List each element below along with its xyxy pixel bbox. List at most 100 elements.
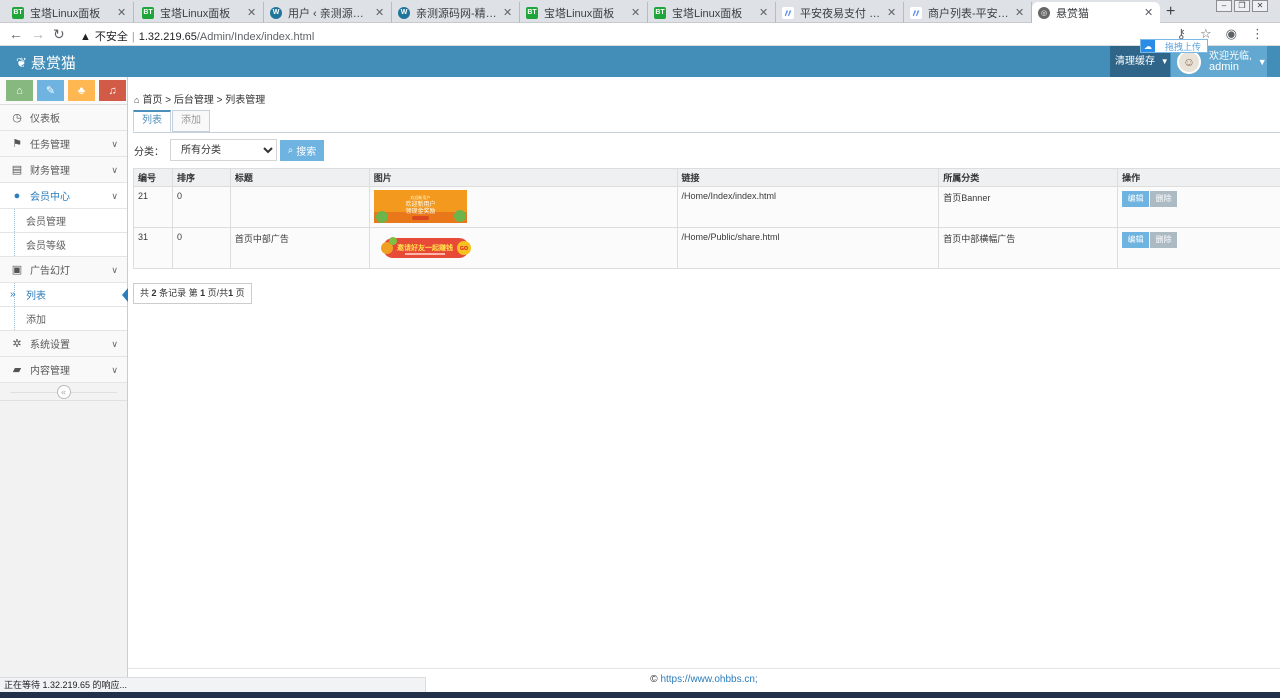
home-icon: ⌂ <box>134 95 140 105</box>
pager-prefix: 共 <box>140 288 150 298</box>
edit-button[interactable]: 编辑 <box>1122 232 1150 248</box>
delete-button[interactable]: 删除 <box>1150 232 1178 248</box>
col-image: 图片 <box>368 168 678 187</box>
svg-text:邀请好友一起赚钱: 邀请好友一起赚钱 <box>397 243 453 252</box>
tab-close-icon[interactable]: ✕ <box>887 6 897 19</box>
browser-tab[interactable]: 〃商户列表-平安夜易支付 ✕ <box>904 2 1032 23</box>
users-shortcut-icon[interactable]: ♣ <box>68 80 95 101</box>
globe-favicon-icon: ◎ <box>1038 6 1050 19</box>
tab-close-icon[interactable]: ✕ <box>1144 6 1154 19</box>
tab-close-icon[interactable]: ✕ <box>759 6 769 19</box>
browser-tab[interactable]: W 亲测源码网-精品资源站 ✕ <box>392 2 520 23</box>
browser-tab[interactable]: BT 宝塔Linux面板 ✕ <box>6 2 134 23</box>
sidebar-item-content-management[interactable]: ▰ 内容管理 ∨ <box>0 357 127 383</box>
restore-icon[interactable]: ❐ <box>1234 0 1250 12</box>
edit-button[interactable]: 编辑 <box>1122 191 1150 207</box>
flag-icon: ⚑ <box>12 138 22 150</box>
url-field[interactable]: ▲ 不安全 | 1.32.219.65/Admin/Index/index.html <box>80 28 314 44</box>
sidebar-item-task-management[interactable]: ⚑ 任务管理 ∨ <box>0 131 127 157</box>
forward-icon[interactable]: → <box>31 26 45 42</box>
minimize-icon[interactable]: – <box>1216 0 1232 12</box>
brand[interactable]: ❦ 悬赏猫 <box>16 52 76 73</box>
back-icon[interactable]: ← <box>9 26 23 42</box>
browser-tab[interactable]: BT 宝塔Linux面板 ✕ <box>520 2 648 23</box>
sidebar-item-label: 会员中心 <box>30 192 70 203</box>
tab-close-icon[interactable]: ✕ <box>247 6 257 19</box>
tab-close-icon[interactable]: ✕ <box>375 6 385 19</box>
tab-list[interactable]: 列表 <box>133 110 171 132</box>
picture-icon: ▣ <box>11 264 23 276</box>
chevron-down-icon: ∨ <box>111 191 118 201</box>
browser-tab-title: 悬赏猫 <box>1056 7 1089 20</box>
sidebar-subitem[interactable]: 会员等级 <box>0 233 127 257</box>
browser-tab[interactable]: BT 宝塔Linux面板 ✕ <box>648 2 776 23</box>
col-link: 链接 <box>676 168 940 187</box>
sidebar-subitem[interactable]: » 列表 <box>0 283 128 307</box>
delete-button[interactable]: 删除 <box>1150 191 1178 207</box>
gear-icon: ✲ <box>12 338 22 350</box>
home-shortcut-icon[interactable]: ⌂ <box>6 80 33 101</box>
category-select[interactable]: 所有分类 <box>170 139 277 161</box>
double-chevron-right-icon: » <box>10 289 16 300</box>
double-chevron-left-icon[interactable]: « <box>56 384 71 399</box>
user-icon: ● <box>13 189 21 202</box>
browser-tab-title: 平安夜易支付 - 一站式 <box>800 7 883 20</box>
address-bar: ← → ↻ ▲ 不安全 | 1.32.219.65/Admin/Index/index… <box>0 23 1280 46</box>
breadcrumb-admin[interactable]: 后台管理 <box>174 95 214 106</box>
reload-icon[interactable]: ↻ <box>53 26 65 43</box>
sidebar-item-dashboard[interactable]: ◷ 仪表板 <box>0 105 127 131</box>
brand-name: 悬赏猫 <box>30 55 76 72</box>
wallet-icon: ▤ <box>11 164 23 176</box>
sidebar-subitem[interactable]: 添加 <box>0 307 127 331</box>
browser-tab-title: 宝塔Linux面板 <box>544 7 615 20</box>
browser-tab[interactable]: 〃平安夜易支付 - 一站式 ✕ <box>776 2 904 23</box>
sidebar-item-system-settings[interactable]: ✲ 系统设置 ∨ <box>0 331 127 357</box>
svg-text:GO: GO <box>460 246 468 252</box>
breadcrumb-home[interactable]: 首页 <box>142 95 162 106</box>
ad-table: 编号 排序 标题 图片 链接 所属分类 操作 21 0 欢迎新用户 欢迎新用户 … <box>133 168 1280 269</box>
svg-text:欢迎新用户: 欢迎新用户 <box>410 194 430 200</box>
tab-close-icon[interactable]: ✕ <box>117 6 127 19</box>
content-tabs: 列表 添加 <box>133 110 211 132</box>
cell-sort: 0 <box>171 186 231 228</box>
browser-tab[interactable]: BT 宝塔Linux面板 ✕ <box>136 2 264 23</box>
pager-suffix: 页 <box>235 288 245 298</box>
caret-down-icon: ▼ <box>1257 56 1267 67</box>
close-window-icon[interactable]: ✕ <box>1252 0 1268 12</box>
pencil-shortcut-icon[interactable]: ✎ <box>37 80 64 101</box>
sidebar-subitem-label: 会员等级 <box>26 241 66 252</box>
tab-close-icon[interactable]: ✕ <box>503 6 513 19</box>
table-row: 31 0 首页中部广告 GO 邀请好友一起赚钱 /Home/Public/sha… <box>133 227 1280 269</box>
tab-close-icon[interactable]: ✕ <box>631 6 641 19</box>
profile-icon[interactable]: ◉ <box>1226 26 1237 42</box>
window-controls: – ❐ ✕ <box>1216 0 1268 12</box>
tab-add[interactable]: 添加 <box>172 110 210 132</box>
menu-icon[interactable]: ⋮ <box>1251 26 1264 42</box>
pager-mid: 条记录 第 <box>159 288 198 298</box>
cell-title: 首页中部广告 <box>229 227 370 269</box>
col-id: 编号 <box>133 168 173 187</box>
sidebar-item-finance-management[interactable]: ▤ 财务管理 ∨ <box>0 157 127 183</box>
url-host: 1.32.219.65 <box>138 31 197 43</box>
search-icon: ⌕ <box>287 144 294 156</box>
sidebar-collapse-bar: « <box>0 383 127 401</box>
tab-close-icon[interactable]: ✕ <box>1015 6 1025 19</box>
browser-tab-title: 宝塔Linux面板 <box>672 7 743 20</box>
search-button[interactable]: ⌕ 搜索 <box>280 139 324 161</box>
browser-tab[interactable]: W 用户 ‹ 亲测源码网 — W ✕ <box>264 2 392 23</box>
new-tab-button[interactable]: + <box>1166 3 1175 21</box>
sidebar-subitem-label: 列表 <box>26 291 46 302</box>
bell-shortcut-icon[interactable]: ♫ <box>99 80 126 101</box>
sidebar-item-member-center[interactable]: ● 会员中心 ∨ <box>0 183 127 209</box>
chevron-down-icon: ∨ <box>111 265 118 275</box>
cell-title <box>229 186 370 228</box>
pay-favicon-icon: 〃 <box>782 6 794 20</box>
upload-badge[interactable]: ☁ 拖拽上传 <box>1140 39 1208 53</box>
os-taskbar <box>0 692 1280 698</box>
sidebar-item-ad-slides[interactable]: ▣ 广告幻灯 ∨ <box>0 257 127 283</box>
browser-tab[interactable]: ◎ 悬赏猫 ✕ <box>1032 2 1160 23</box>
app-header: ❦ 悬赏猫 清理缓存 ▼ ☺ 欢迎光临, admin ▼ <box>0 46 1280 77</box>
sidebar-subitem[interactable]: 会员管理 <box>0 209 127 233</box>
pager-pages: 1 <box>228 288 234 298</box>
footer-link[interactable]: https://www.ohbbs.cn; <box>660 674 757 685</box>
